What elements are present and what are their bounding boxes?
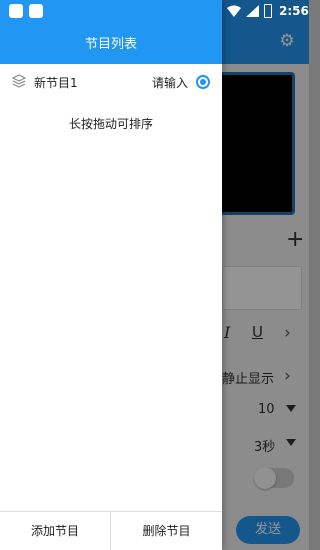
wifi-icon xyxy=(227,5,241,17)
program-list-item[interactable]: 新节目1 请输入 xyxy=(0,68,222,96)
drag-sort-hint: 长按拖动可排序 xyxy=(68,117,153,131)
program-name: 新节目1 xyxy=(34,76,78,90)
notification-icon xyxy=(29,4,43,18)
status-bar: 2:56 xyxy=(0,0,309,24)
notification-icon xyxy=(9,4,23,18)
clock: 2:56 xyxy=(279,4,309,18)
signal-icon xyxy=(246,5,259,17)
program-select-radio[interactable] xyxy=(196,75,210,89)
drawer-footer: 添加节目 删除节目 xyxy=(0,511,222,550)
program-input-hint[interactable]: 请输入 xyxy=(152,74,188,91)
delete-program-button[interactable]: 删除节目 xyxy=(111,512,222,550)
drawer-title: 节目列表 xyxy=(84,37,137,52)
battery-icon xyxy=(264,4,272,18)
add-program-button[interactable]: 添加节目 xyxy=(0,512,111,550)
layers-icon xyxy=(12,74,26,88)
program-list-drawer: 节目列表 新节目1 请输入 长按拖动可排序 添加节目 删除节目 xyxy=(0,0,222,550)
